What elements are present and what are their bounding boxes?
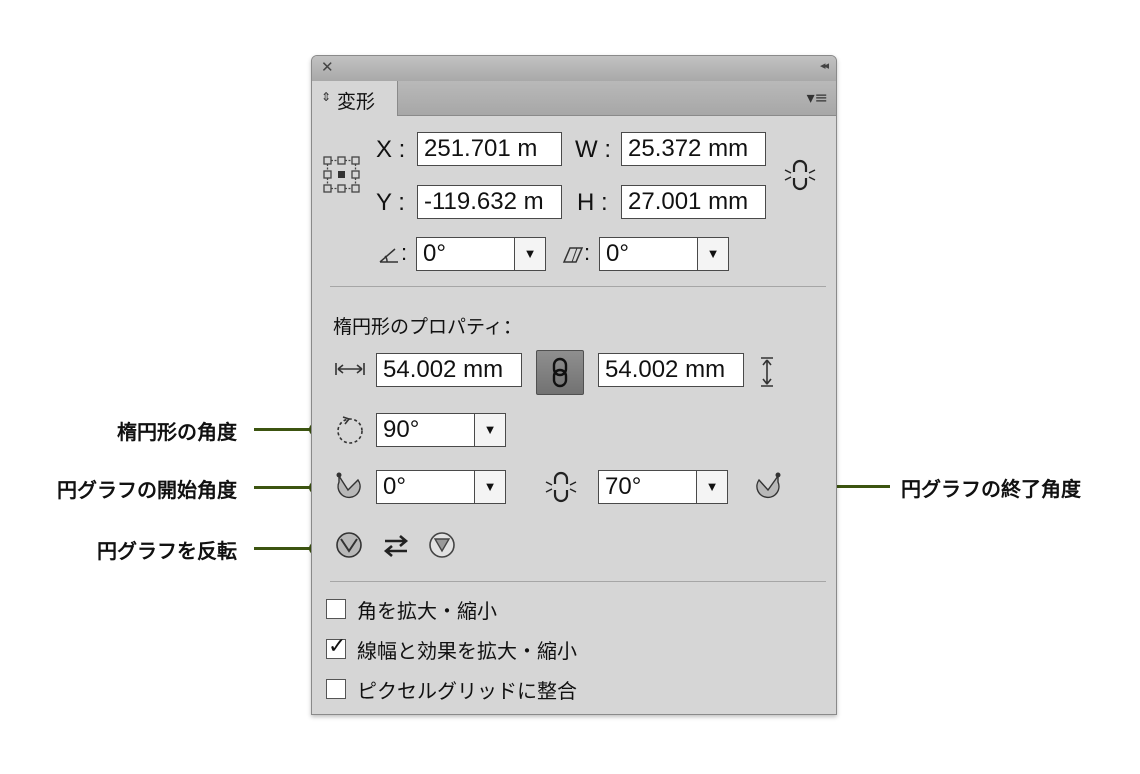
pie-start-dropdown[interactable]: 0° ▼ — [376, 470, 506, 504]
callout-leader — [254, 486, 314, 489]
w-label: W : — [575, 136, 611, 163]
callout-ellipse-angle: 楕円形の角度 — [117, 420, 237, 444]
rotate-value: 0° — [423, 240, 446, 267]
chevron-down-icon[interactable]: ▼ — [474, 414, 505, 446]
panel-titlebar[interactable]: ✕ ◂◂ — [312, 56, 836, 82]
chevron-down-icon[interactable]: ▼ — [697, 238, 728, 270]
h-field[interactable]: 27.001 mm — [621, 185, 766, 219]
reference-point-icon[interactable] — [322, 155, 362, 195]
w-field[interactable]: 25.372 mm — [621, 132, 766, 166]
align-pixel-checkbox[interactable] — [326, 679, 346, 699]
pie-end-icon — [756, 472, 781, 499]
shear-colon: : — [584, 240, 591, 265]
ellipse-width-field[interactable]: 54.002 mm — [376, 353, 522, 387]
y-label: Y : — [376, 189, 405, 216]
scale-corners-checkbox[interactable] — [326, 599, 346, 619]
pie-start-icon — [336, 472, 361, 499]
callout-leader — [254, 428, 314, 431]
chevron-down-icon[interactable]: ▼ — [514, 238, 545, 270]
callout-leader — [254, 547, 314, 550]
collapse-icon[interactable]: ◂◂ — [820, 59, 829, 72]
pie-end-value: 70° — [605, 473, 642, 500]
align-pixel-label: ピクセルグリッドに整合 — [357, 679, 577, 703]
rotate-dropdown[interactable]: 0° ▼ — [416, 237, 546, 271]
x-label: X : — [376, 136, 406, 163]
tab-arrows-icon: ⇕ — [321, 90, 332, 104]
transform-panel: ✕ ◂◂ ⇕ 変形 ▾≡ X : 251.701 m W : 25.372 mm — [311, 55, 837, 715]
link-proportions-button[interactable] — [536, 350, 584, 395]
callout-pie-start: 円グラフの開始角度 — [57, 478, 237, 502]
callout-pie-invert: 円グラフを反転 — [97, 539, 237, 563]
shear-dropdown[interactable]: 0° ▼ — [599, 237, 729, 271]
ellipse-height-field[interactable]: 54.002 mm — [598, 353, 744, 387]
tab-row: ⇕ 変形 ▾≡ — [312, 81, 836, 116]
width-arrow-icon — [335, 363, 365, 375]
shear-value: 0° — [606, 240, 629, 267]
pie-start-value: 0° — [383, 473, 406, 500]
scale-strokes-checkbox[interactable]: ✓ — [326, 634, 346, 659]
ellipse-rotate-icon — [337, 416, 363, 444]
swap-arrows-icon[interactable] — [382, 534, 410, 558]
x-field[interactable]: 251.701 m — [417, 132, 562, 166]
ellipse-section-title: 楕円形のプロパティ： — [333, 316, 522, 338]
close-icon[interactable]: ✕ — [321, 58, 334, 76]
height-arrow-icon — [761, 357, 773, 387]
y-field[interactable]: -119.632 m — [417, 185, 562, 219]
rotate-colon: : — [401, 240, 408, 265]
panel-menu-icon[interactable]: ▾≡ — [807, 88, 828, 107]
separator — [330, 286, 826, 287]
shear-angle-icon — [562, 247, 584, 263]
constrain-proportions-icon[interactable] — [783, 158, 817, 192]
rotate-angle-icon — [379, 248, 398, 263]
tab-transform[interactable]: ⇕ 変形 — [312, 81, 398, 116]
scale-corners-label: 角を拡大・縮小 — [357, 599, 497, 623]
chevron-down-icon[interactable]: ▼ — [696, 471, 727, 503]
scale-strokes-label: 線幅と効果を拡大・縮小 — [357, 639, 577, 663]
separator — [330, 581, 826, 582]
link-icon — [552, 357, 568, 388]
callout-pie-end: 円グラフの終了角度 — [901, 477, 1081, 501]
tab-label: 変形 — [337, 91, 376, 113]
ellipse-angle-dropdown[interactable]: 90° ▼ — [376, 413, 506, 447]
h-label: H : — [577, 189, 608, 216]
pie-invert-icon[interactable] — [335, 531, 363, 559]
chevron-down-icon[interactable]: ▼ — [474, 471, 505, 503]
pie-inverted-icon[interactable] — [428, 531, 456, 559]
checkmark-icon: ✓ — [328, 634, 347, 659]
ellipse-angle-value: 90° — [383, 416, 420, 443]
pie-constrain-icon[interactable] — [544, 470, 578, 504]
pie-end-dropdown[interactable]: 70° ▼ — [598, 470, 728, 504]
